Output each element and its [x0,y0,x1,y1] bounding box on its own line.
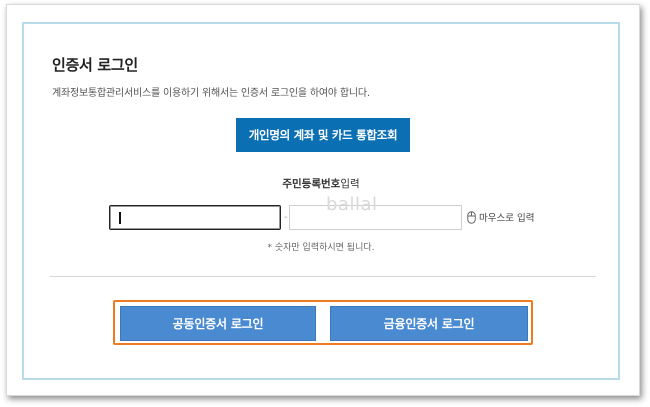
rrn-separator: - [284,212,288,223]
rrn-label: 주민등록번호입력 [24,176,618,191]
mouse-input-label: 마우스로 입력 [479,213,535,224]
text-cursor [119,212,121,224]
divider [50,276,596,277]
certificate-login-panel: 인증서 로그인 계좌정보통합관리서비스를 이용하기 위해서는 인증서 로그인을 … [22,22,620,380]
rrn-front-input[interactable] [109,205,281,230]
rrn-label-rest: 입력 [340,178,360,190]
mouse-input-link[interactable]: 마우스로 입력 [467,210,534,224]
mouse-icon [467,210,476,224]
watermark: ballal [326,194,378,215]
rrn-label-bold: 주민등록번호 [282,178,341,190]
input-hint: * 숫자만 입력하시면 됩니다. [267,243,375,253]
page-description: 계좌정보통합관리서비스를 이용하기 위해서는 인증서 로그인을 하여야 합니다. [52,88,370,99]
page-title: 인증서 로그인 [52,56,138,74]
personal-account-card-inquiry-button[interactable]: 개인명의 계좌 및 카드 통합조회 [236,118,410,152]
joint-certificate-login-button[interactable]: 공동인증서 로그인 [120,306,316,341]
financial-certificate-login-button[interactable]: 금융인증서 로그인 [330,306,528,341]
